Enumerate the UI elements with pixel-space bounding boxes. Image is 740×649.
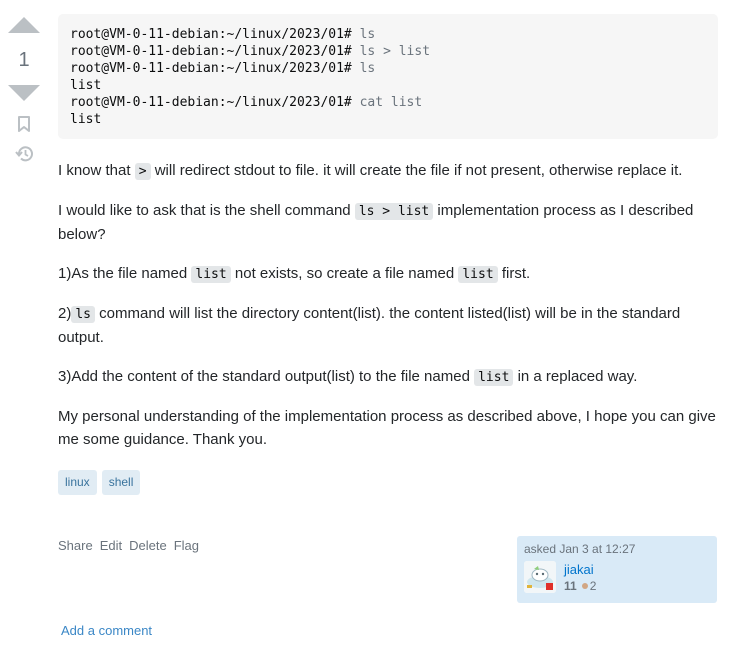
paragraph-redirect: I know that > will redirect stdout to fi…	[58, 162, 683, 180]
add-comment-link[interactable]: Add a comment	[61, 623, 152, 638]
bronze-badge-count: 2	[589, 579, 597, 593]
inline-code: list	[191, 266, 231, 283]
user-row: jiakai 11 2	[524, 561, 710, 595]
bronze-badge-icon	[581, 583, 588, 590]
user-info: jiakai 11 2	[564, 561, 596, 595]
code-line: root@VM-0-11-debian:~/linux/2023/01# ls	[70, 27, 376, 42]
inline-code: list	[458, 266, 498, 283]
post-actions: Share Edit Delete Flag	[58, 538, 199, 553]
vote-count: 1	[18, 49, 30, 71]
upvote-button[interactable]	[7, 14, 41, 36]
code-line: root@VM-0-11-debian:~/linux/2023/01# ls	[70, 61, 376, 76]
triangle-down-icon	[8, 85, 40, 101]
edit-link[interactable]: Edit	[100, 538, 122, 553]
asked-timestamp: asked Jan 3 at 12:27	[524, 542, 636, 556]
triangle-up-icon	[8, 17, 40, 33]
bookmark-button[interactable]	[14, 114, 34, 134]
paragraph-step-3: 3)Add the content of the standard output…	[58, 368, 638, 386]
user-name-link[interactable]: jiakai	[564, 561, 596, 578]
owner-card: asked Jan 3 at 12:27 jiakai 11 2	[517, 536, 717, 603]
reputation: 11 2	[564, 578, 596, 595]
question-page: 1 root@VM-0-11-debian:~/linux/2023/01# l…	[0, 0, 740, 649]
code-line: root@VM-0-11-debian:~/linux/2023/01# cat…	[70, 95, 423, 110]
avatar[interactable]	[524, 561, 556, 593]
vote-column: 1	[0, 14, 48, 164]
avatar-image	[524, 561, 556, 593]
paragraph-question: I would like to ask that is the shell co…	[58, 202, 694, 243]
code-line: root@VM-0-11-debian:~/linux/2023/01# ls …	[70, 44, 431, 59]
question-body: root@VM-0-11-debian:~/linux/2023/01# ls r…	[58, 14, 718, 451]
downvote-button[interactable]	[7, 82, 41, 104]
history-icon	[14, 146, 33, 162]
tag-shell[interactable]: shell	[101, 470, 141, 495]
code-block: root@VM-0-11-debian:~/linux/2023/01# ls r…	[58, 14, 718, 139]
inline-code: ls > list	[354, 203, 434, 220]
share-link[interactable]: Share	[58, 538, 93, 553]
inline-code: ls	[71, 306, 95, 323]
flag-link[interactable]: Flag	[174, 538, 199, 553]
inline-code: >	[134, 163, 151, 180]
code-line: list	[70, 78, 102, 93]
paragraph-closing: My personal understanding of the impleme…	[58, 408, 716, 448]
paragraph-step-1: 1)As the file named list not exists, so …	[58, 265, 531, 283]
bookmark-icon	[18, 115, 30, 132]
paragraph-step-2: 2) ls command will list the directory con…	[58, 305, 681, 346]
delete-link[interactable]: Delete	[129, 538, 167, 553]
inline-code: list	[474, 369, 514, 386]
reputation-score: 11	[564, 579, 577, 593]
tag-list: linux shell	[58, 470, 141, 495]
tag-linux[interactable]: linux	[58, 470, 97, 495]
history-button[interactable]	[14, 144, 34, 164]
code-line: list	[70, 112, 102, 127]
